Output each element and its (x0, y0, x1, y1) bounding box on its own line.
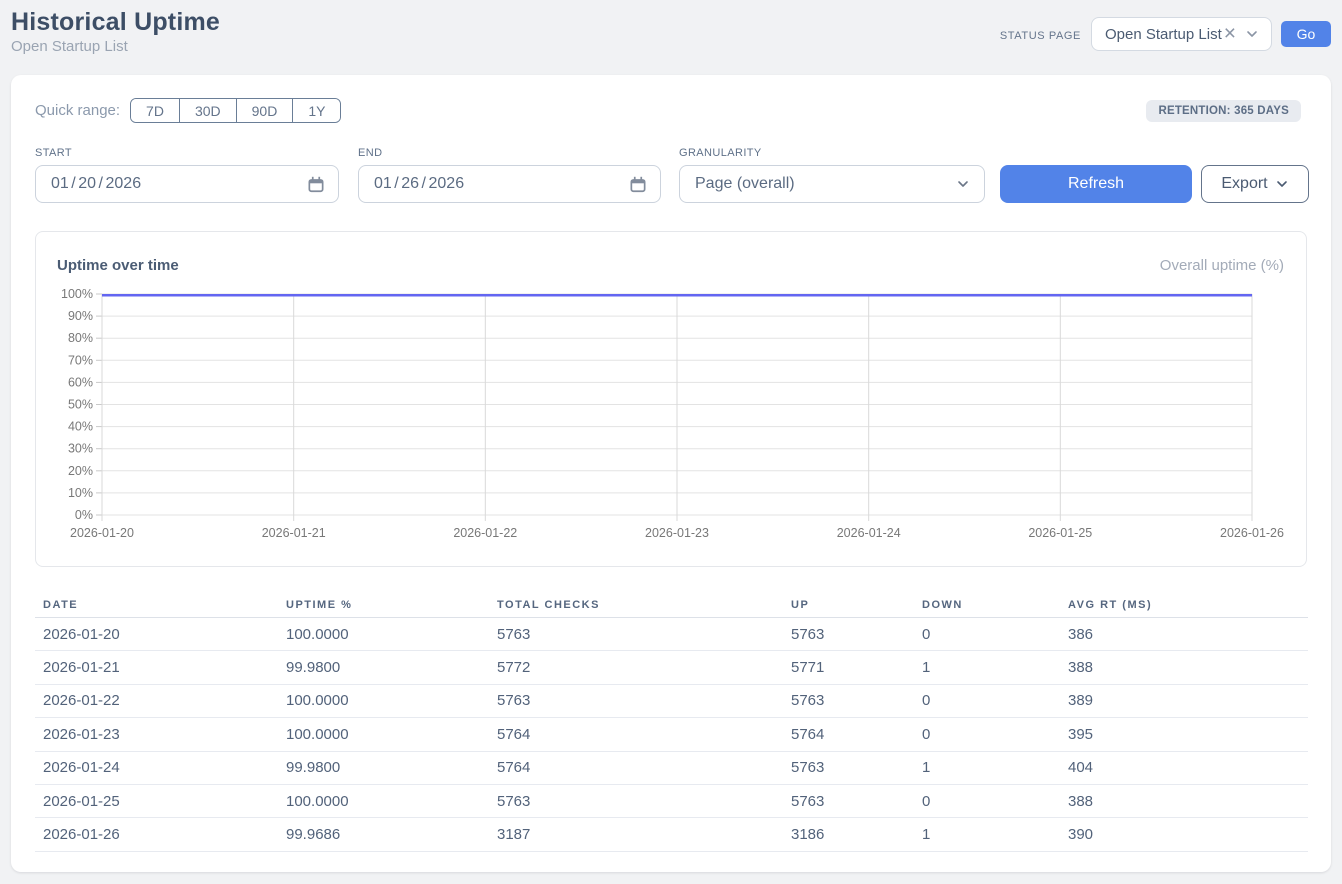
svg-text:40%: 40% (68, 420, 93, 434)
svg-text:80%: 80% (68, 331, 93, 345)
svg-text:70%: 70% (68, 353, 93, 367)
svg-text:2026-01-26: 2026-01-26 (1220, 526, 1284, 540)
svg-text:2026-01-23: 2026-01-23 (645, 526, 709, 540)
svg-text:2026-01-20: 2026-01-20 (70, 526, 134, 540)
svg-text:2026-01-21: 2026-01-21 (262, 526, 326, 540)
svg-text:50%: 50% (68, 398, 93, 412)
svg-text:2026-01-25: 2026-01-25 (1028, 526, 1092, 540)
svg-text:90%: 90% (68, 309, 93, 323)
svg-text:2026-01-22: 2026-01-22 (453, 526, 517, 540)
svg-text:100%: 100% (61, 287, 93, 301)
svg-text:10%: 10% (68, 486, 93, 500)
svg-text:2026-01-24: 2026-01-24 (837, 526, 901, 540)
svg-text:0%: 0% (75, 508, 93, 522)
svg-text:60%: 60% (68, 375, 93, 389)
svg-text:30%: 30% (68, 442, 93, 456)
svg-text:20%: 20% (68, 464, 93, 478)
